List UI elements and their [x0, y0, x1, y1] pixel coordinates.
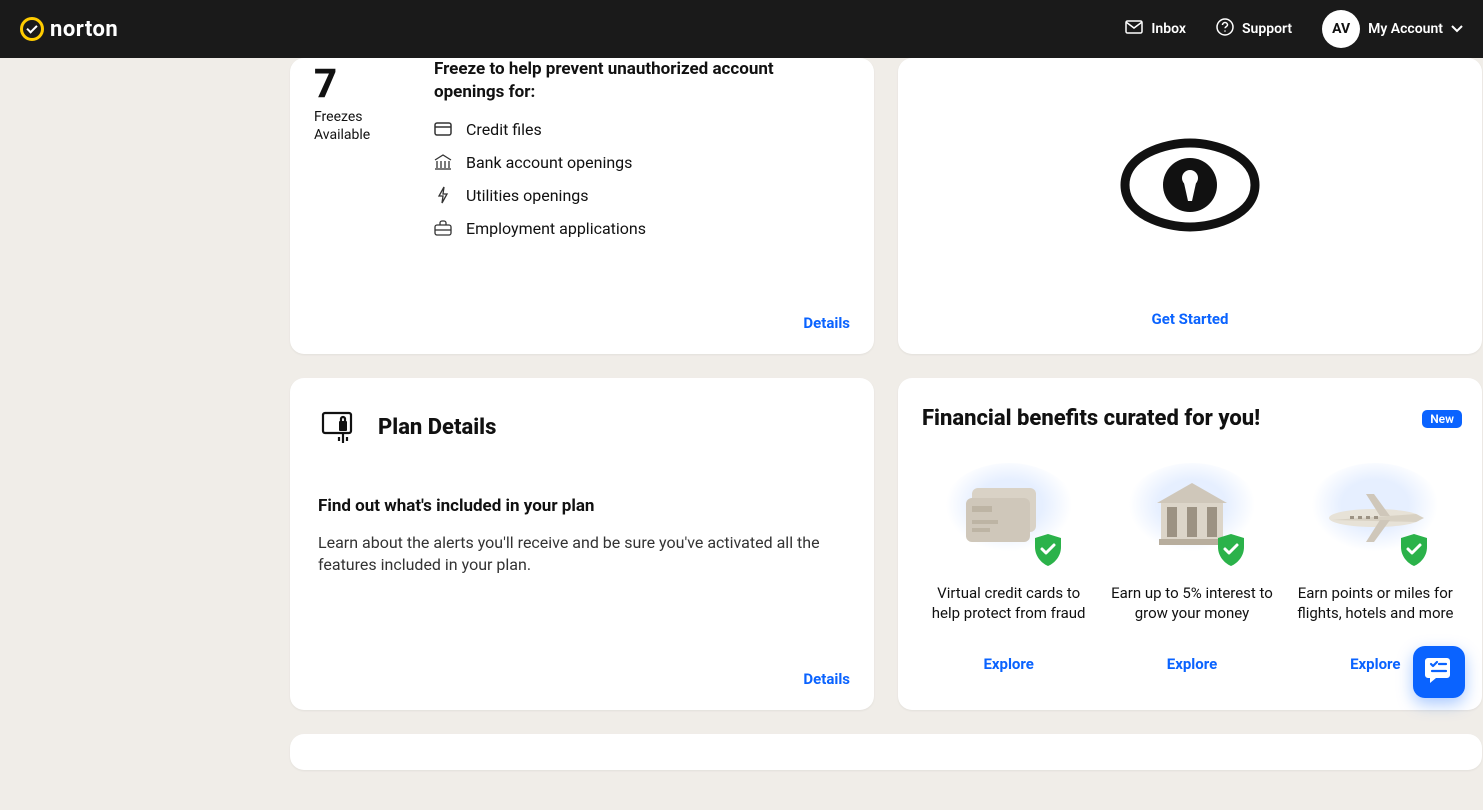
plane-illustration: [1305, 463, 1445, 567]
list-item-label: Credit files: [466, 120, 542, 139]
privacy-monitor-card: Get Started: [898, 58, 1482, 354]
list-item-label: Utilities openings: [466, 186, 589, 205]
bank-illustration: [1122, 463, 1262, 567]
account-menu[interactable]: AV My Account: [1322, 10, 1463, 48]
list-item-label: Employment applications: [466, 219, 646, 238]
app-header: norton Inbox Support AV My Account: [0, 0, 1483, 58]
shield-check-icon: [1216, 533, 1246, 567]
inbox-link[interactable]: Inbox: [1125, 20, 1186, 38]
eye-keyhole-icon: [922, 58, 1458, 284]
benefit-text: Virtual credit cards to help protect fro…: [922, 583, 1095, 643]
freezes-count-value: 7: [314, 64, 394, 104]
shield-check-icon: [1033, 533, 1063, 567]
benefits-title: Financial benefits curated for you!: [922, 406, 1260, 431]
inbox-label: Inbox: [1151, 21, 1186, 37]
freezes-details-link[interactable]: Details: [803, 314, 850, 332]
freezes-count-label-2: Available: [314, 127, 370, 143]
list-item: Utilities openings: [434, 186, 842, 205]
page-content: 7 Freezes Available Freeze to help preve…: [0, 58, 1483, 810]
chevron-down-icon: [1451, 22, 1463, 36]
brand-name: norton: [50, 17, 118, 42]
benefit-virtual-cards: Virtual credit cards to help protect fro…: [922, 463, 1095, 673]
monitored-information-card: [290, 734, 1482, 770]
freezes-count: 7 Freezes Available: [314, 58, 394, 238]
support-icon: [1216, 18, 1234, 40]
list-item: Employment applications: [434, 219, 842, 238]
support-link[interactable]: Support: [1216, 18, 1292, 40]
card-icon: [434, 120, 452, 138]
freezes-count-label-1: Freezes: [314, 109, 363, 125]
plan-copy: Learn about the alerts you'll receive an…: [318, 532, 838, 577]
freezes-list: Credit files Bank account openings: [434, 120, 842, 238]
new-badge: New: [1422, 410, 1462, 428]
financial-benefits-card: Financial benefits curated for you! New: [898, 378, 1482, 710]
list-item: Credit files: [434, 120, 842, 139]
benefit-explore-link[interactable]: Explore: [983, 655, 1033, 673]
plan-subhead: Find out what's included in your plan: [318, 496, 846, 516]
brand-logo[interactable]: norton: [20, 17, 118, 42]
help-fab[interactable]: [1413, 646, 1465, 698]
briefcase-icon: [434, 219, 452, 237]
plan-details-card: Plan Details Find out what's included in…: [290, 378, 874, 710]
benefit-text: Earn points or miles for flights, hotels…: [1289, 583, 1462, 643]
support-label: Support: [1242, 21, 1292, 37]
freezes-card: 7 Freezes Available Freeze to help preve…: [290, 58, 874, 354]
header-actions: Inbox Support AV My Account: [1125, 10, 1463, 48]
benefit-text: Earn up to 5% interest to grow your mone…: [1105, 583, 1278, 643]
list-item: Bank account openings: [434, 153, 842, 172]
benefit-travel: Earn points or miles for flights, hotels…: [1289, 463, 1462, 673]
bolt-icon: [434, 186, 452, 204]
avatar: AV: [1322, 10, 1360, 48]
benefit-explore-link[interactable]: Explore: [1167, 655, 1217, 673]
benefit-explore-link[interactable]: Explore: [1350, 655, 1400, 673]
get-started-link[interactable]: Get Started: [1152, 310, 1229, 328]
bank-icon: [434, 153, 452, 171]
shield-check-icon: [1399, 533, 1429, 567]
logo-check-circle-icon: [20, 17, 44, 41]
list-item-label: Bank account openings: [466, 153, 632, 172]
plan-details-icon: [318, 406, 360, 448]
plan-details-link[interactable]: Details: [803, 670, 850, 688]
freezes-heading: Freeze to help prevent unauthorized acco…: [434, 58, 842, 104]
account-label: My Account: [1368, 21, 1443, 37]
benefit-interest: Earn up to 5% interest to grow your mone…: [1105, 463, 1278, 673]
virtual-card-illustration: [939, 463, 1079, 567]
chat-checklist-icon: [1424, 655, 1454, 689]
mail-icon: [1125, 20, 1143, 38]
plan-title: Plan Details: [378, 415, 496, 440]
